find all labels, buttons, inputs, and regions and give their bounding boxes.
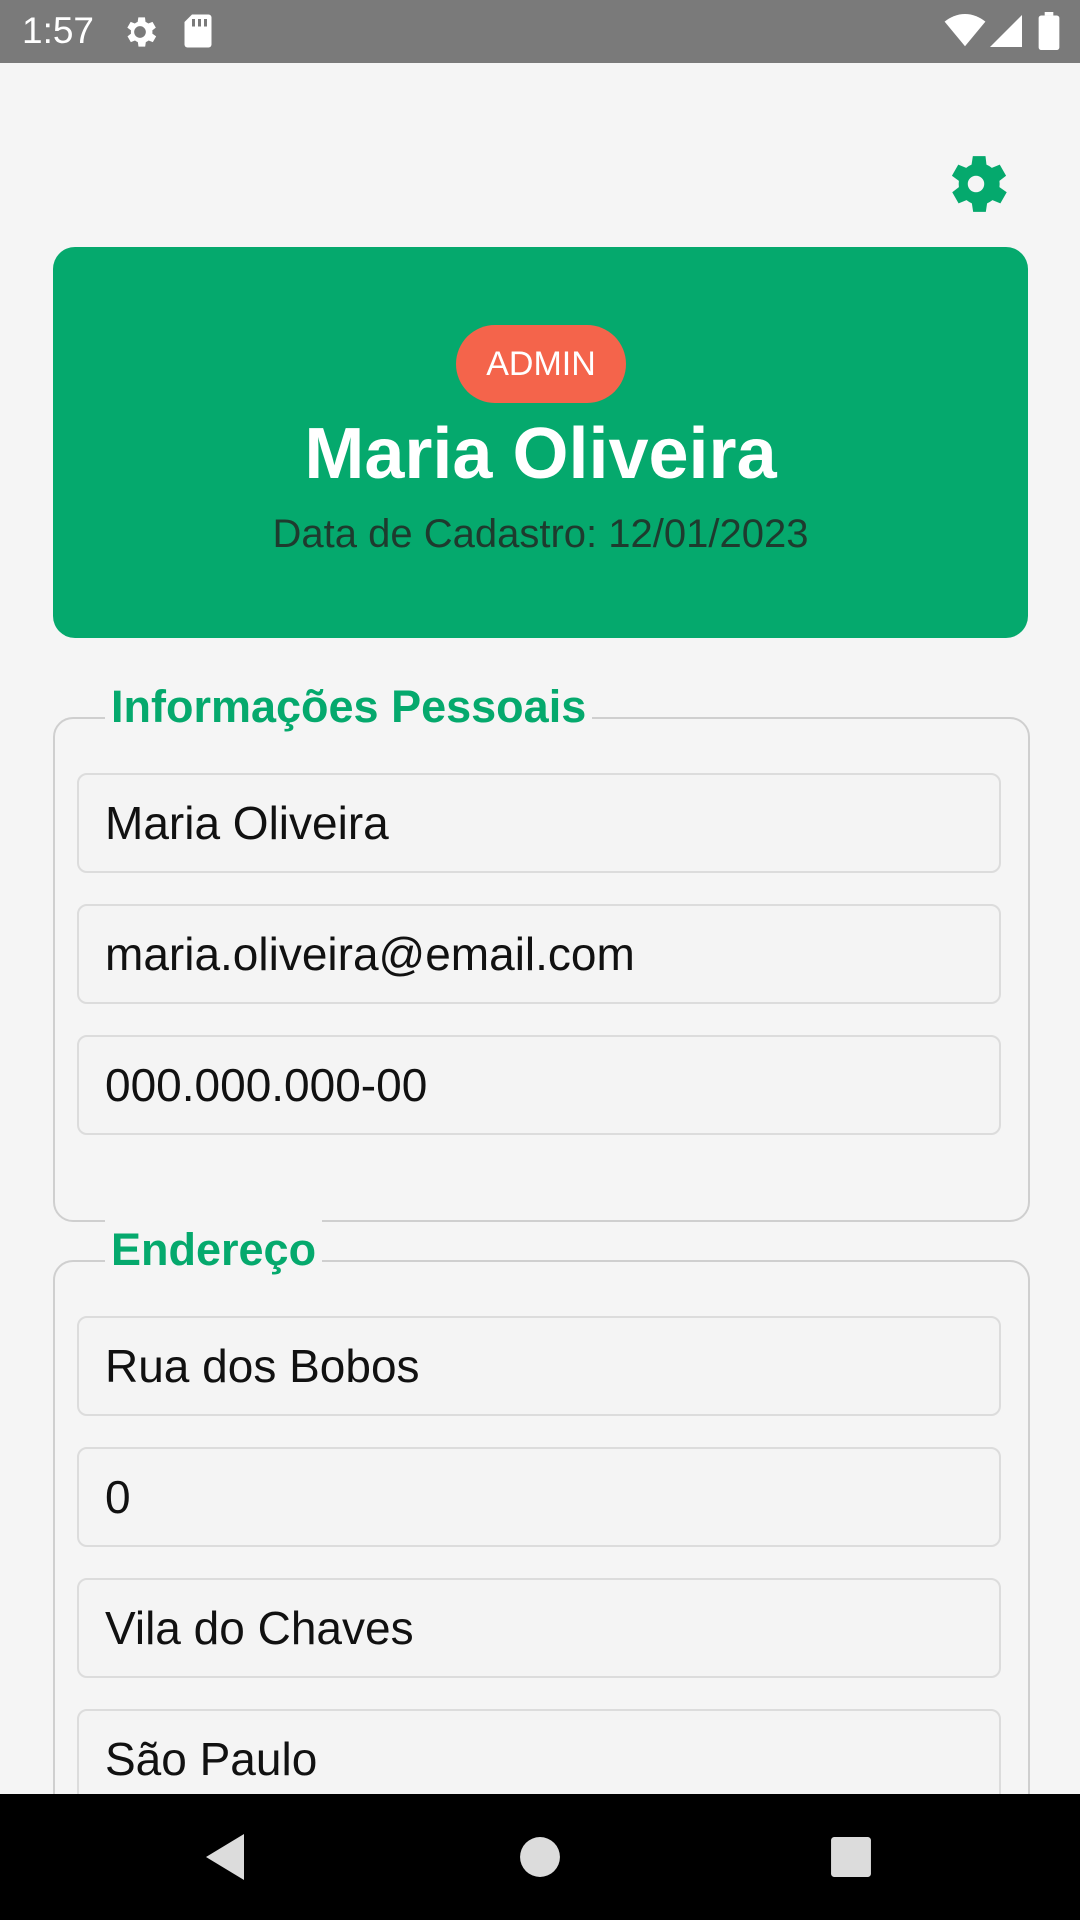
name-field[interactable]: Maria Oliveira (77, 773, 1001, 873)
profile-card: ADMIN Maria Oliveira Data de Cadastro: 1… (53, 247, 1028, 638)
battery-icon (1038, 12, 1060, 50)
address-title: Endereço (105, 1220, 323, 1280)
number-field[interactable]: 0 (77, 1447, 1001, 1547)
address-section: Endereço Rua dos Bobos 0 Vila do Chaves … (53, 1220, 1030, 1824)
personal-info-section: Informações Pessoais Maria Oliveira mari… (53, 677, 1030, 1222)
registration-date: Data de Cadastro: 12/01/2023 (272, 512, 809, 556)
status-time: 1:57 (22, 10, 95, 51)
cpf-field[interactable]: 000.000.000-00 (77, 1035, 1001, 1135)
neighborhood-field[interactable]: Vila do Chaves (77, 1578, 1001, 1678)
recents-icon (831, 1837, 871, 1877)
street-field[interactable]: Rua dos Bobos (77, 1316, 1001, 1416)
back-button[interactable] (186, 1824, 266, 1890)
email-field[interactable]: maria.oliveira@email.com (77, 904, 1001, 1004)
home-icon (520, 1837, 560, 1877)
back-icon (206, 1834, 244, 1880)
profile-name: Maria Oliveira (304, 414, 777, 494)
sd-card-icon (184, 14, 212, 48)
role-badge: ADMIN (456, 325, 626, 403)
wifi-icon (944, 14, 986, 47)
signal-icon (990, 15, 1022, 47)
gear-icon (127, 17, 157, 47)
navigation-bar (0, 1794, 1080, 1920)
personal-info-title: Informações Pessoais (105, 677, 593, 737)
recents-button[interactable] (811, 1824, 891, 1890)
home-button[interactable] (500, 1824, 580, 1890)
gear-icon (951, 156, 1007, 212)
status-bar: 1:57 (0, 0, 1080, 63)
settings-button[interactable] (934, 142, 1018, 226)
